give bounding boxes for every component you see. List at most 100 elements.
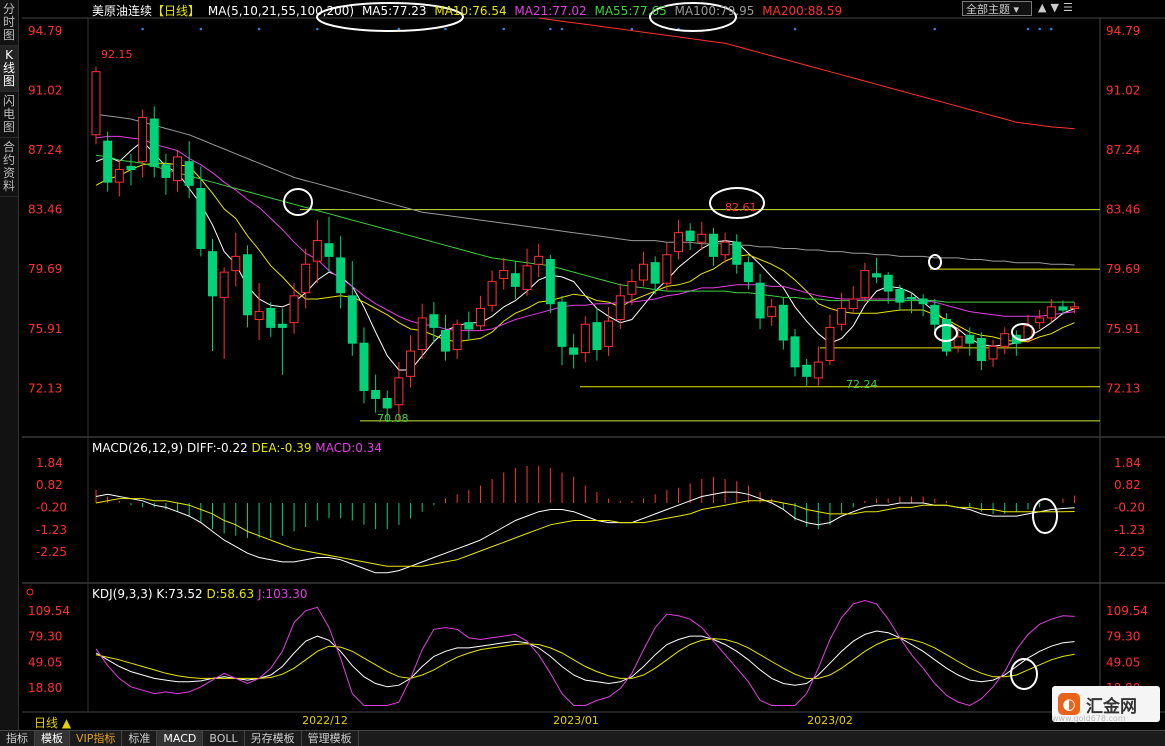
candle-body: [242, 254, 252, 316]
candle-body: [312, 240, 322, 262]
ma21-value: MA21:77.02: [514, 4, 587, 18]
tab-indicators[interactable]: 指标: [0, 731, 35, 746]
tab-vip-indicators[interactable]: VIP指标: [70, 731, 123, 746]
signal-dot: [793, 27, 797, 31]
ma-line-ma200: [538, 17, 1075, 130]
period-switch[interactable]: 日线 ▲: [34, 714, 71, 731]
up-arrow-icon[interactable]: ▲: [1038, 1, 1050, 14]
ma5-value: MA5:77.23: [361, 4, 427, 18]
time-axis-label: 2023/01: [553, 714, 599, 727]
price-tick-left: 87.24: [28, 143, 62, 157]
price-tick-left: 94.79: [28, 24, 62, 38]
tab-boll[interactable]: BOLL: [203, 731, 245, 746]
ma-params-label[interactable]: MA(5,10,21,55,100,200): [208, 4, 354, 18]
candle-body: [615, 295, 625, 321]
candle-body: [161, 164, 171, 178]
candle-body: [534, 255, 544, 265]
candle-body: [347, 295, 357, 344]
bottom-toolbar: 指标 模板 VIP指标 标准 MACD BOLL 另存模板 管理模板: [0, 730, 1165, 746]
theme-select[interactable]: 全部主题 ▾: [962, 1, 1032, 16]
signal-dot: [1050, 27, 1053, 31]
candle-body: [464, 322, 474, 330]
candle-body: [208, 251, 217, 297]
tab-macd[interactable]: MACD: [157, 731, 204, 746]
ma-line-ma100: [95, 113, 1075, 266]
candle-body: [627, 281, 637, 295]
signal-dot: [444, 27, 447, 31]
low-label: 72.24: [846, 378, 878, 391]
kdj-line-j: [95, 599, 1075, 707]
signal-dot: [549, 27, 552, 31]
sidebar-item-kline[interactable]: K线图: [0, 46, 18, 92]
price-tick-right: 79.69: [1106, 262, 1140, 276]
candle-body: [417, 317, 427, 350]
sidebar-item-contract[interactable]: 合约资料: [0, 138, 18, 197]
tab-save-template[interactable]: 另存模板: [245, 731, 302, 746]
signal-dot: [560, 27, 564, 31]
period-label: 【日线】: [152, 4, 201, 18]
chart-header: 美原油连续【日线】 MA(5,10,21,55,100,200) MA5:77.…: [92, 2, 846, 19]
price-tick-left: 79.69: [28, 262, 62, 276]
candle-body: [883, 274, 893, 292]
macd-tick-right: -2.25: [1114, 545, 1145, 559]
macd-hist-value: MACD:0.34: [315, 441, 383, 455]
candle-body: [184, 161, 194, 186]
candle-body: [755, 282, 765, 319]
candle-body: [114, 169, 124, 183]
candle-body: [592, 322, 602, 350]
kdj-tick-left: 109.54: [28, 604, 70, 618]
tab-standard[interactable]: 标准: [122, 731, 158, 746]
candle-body: [580, 323, 590, 354]
candle-body: [1070, 306, 1080, 309]
macd-tick-left: -2.25: [36, 545, 67, 559]
high-label: 92.15: [101, 48, 133, 61]
macd-tick-right: -0.20: [1114, 500, 1145, 514]
time-axis-label: 2023/02: [807, 714, 853, 727]
candle-body: [545, 259, 555, 305]
macd-tick-right: 1.84: [1114, 456, 1141, 470]
candle-body: [452, 323, 462, 350]
candle-body: [254, 311, 264, 321]
candle-body: [173, 156, 183, 182]
signal-dot: [933, 27, 937, 31]
price-tick-left: 91.02: [28, 83, 62, 97]
sidebar-item-flash[interactable]: 闪电图: [0, 92, 18, 138]
macd-params[interactable]: MACD(26,12,9): [92, 441, 183, 455]
price-tick-right: 87.24: [1106, 143, 1140, 157]
tab-template[interactable]: 模板: [35, 731, 70, 746]
annotation-circle: [1010, 658, 1038, 690]
macd-tick-left: 0.82: [36, 478, 63, 492]
candle-body: [837, 307, 847, 325]
ma-line-ma21: [95, 135, 1075, 332]
low-label: 70.08: [377, 412, 409, 425]
candle-body: [639, 263, 649, 281]
macd-tick-right: -1.23: [1114, 523, 1145, 537]
macd-line-dea: [95, 498, 1075, 567]
macd-tick-left: -1.23: [36, 523, 67, 537]
more-icon[interactable]: ☰: [1063, 1, 1077, 14]
logo-icon: ◐: [1058, 693, 1080, 715]
price-tick-right: 94.79: [1106, 24, 1140, 38]
candle-body: [336, 257, 346, 294]
candle-body: [91, 71, 101, 136]
sidebar-item-timeshare[interactable]: 分时图: [0, 0, 18, 46]
kdj-tick-right: 109.54: [1106, 604, 1148, 618]
peak-label: 82.61: [725, 201, 757, 214]
down-arrow-icon[interactable]: ▼: [1050, 1, 1062, 14]
macd-header: MACD(26,12,9) DIFF:-0.22 DEA:-0.39 MACD:…: [92, 441, 382, 455]
annotation-circle: [1032, 498, 1058, 534]
candle-body: [825, 326, 835, 362]
candle-body: [988, 345, 998, 360]
logo-url: www.gold678.com: [1052, 714, 1126, 723]
candle-body: [650, 262, 660, 284]
candle-body: [813, 361, 823, 379]
signal-dot: [257, 27, 261, 31]
candle-body: [149, 118, 159, 167]
candle-body: [604, 320, 614, 347]
candle-body: [569, 347, 579, 355]
signal-dot: [630, 27, 634, 31]
kdj-params[interactable]: KDJ(9,3,3): [92, 587, 153, 601]
candle-body: [697, 233, 707, 243]
tab-manage-templates[interactable]: 管理模板: [302, 731, 359, 746]
candle-body: [685, 230, 695, 242]
